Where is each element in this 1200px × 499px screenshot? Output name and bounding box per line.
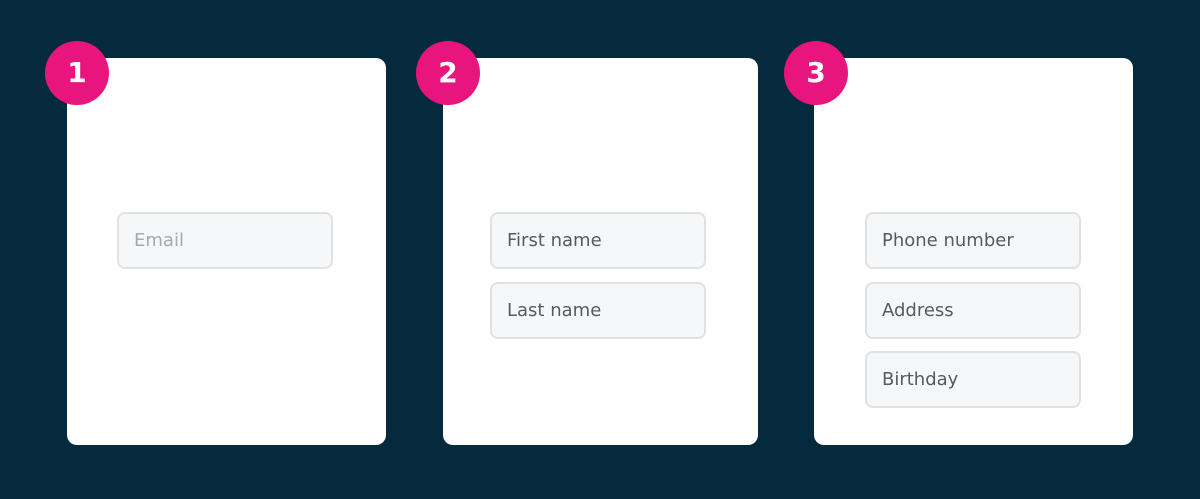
step-3-badge: 3 <box>784 41 848 105</box>
email-field[interactable]: Email <box>117 212 333 269</box>
step-2-badge: 2 <box>416 41 480 105</box>
audio-bars-logo-icon <box>956 95 1008 177</box>
step-1-badge: 1 <box>45 41 109 105</box>
audio-bars-logo-icon <box>204 95 256 177</box>
last-name-field[interactable]: Last name <box>490 282 706 339</box>
address-field[interactable]: Address <box>865 282 1081 339</box>
first-name-field[interactable]: First name <box>490 212 706 269</box>
birthday-field[interactable]: Birthday <box>865 351 1081 408</box>
phone-number-field[interactable]: Phone number <box>865 212 1081 269</box>
audio-bars-logo-icon <box>575 95 627 177</box>
